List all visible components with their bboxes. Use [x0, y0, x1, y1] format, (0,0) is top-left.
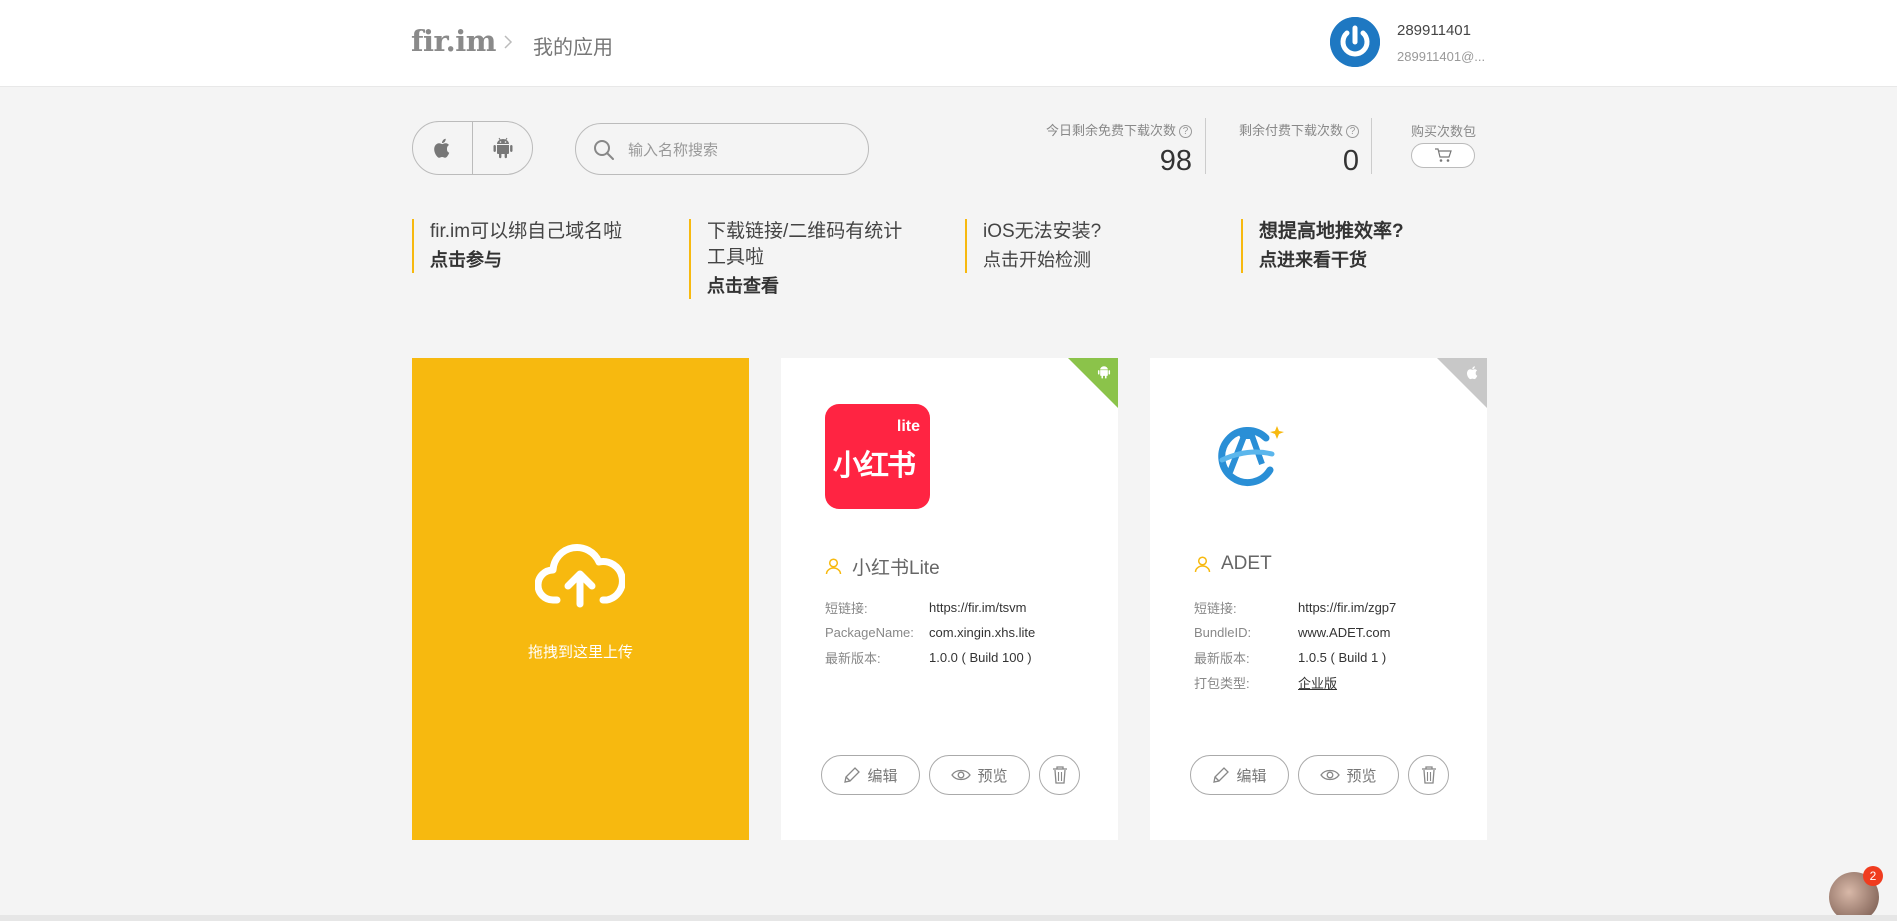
notice-title: fir.im可以绑自己域名啦	[430, 221, 623, 242]
android-icon	[1097, 366, 1111, 379]
info-key: 最新版本:	[1194, 651, 1250, 666]
info-key: 短链接:	[825, 601, 868, 616]
notice-ios-check: iOS无法安装? 点击开始检测	[965, 219, 1195, 273]
upload-label: 拖拽到这里上传	[527, 644, 633, 661]
eye-icon	[1320, 769, 1341, 781]
eye-icon	[951, 769, 972, 781]
trash-icon	[1421, 766, 1436, 784]
filter-android-button[interactable]	[473, 122, 532, 174]
footer-divider	[0, 915, 1897, 921]
user-icon	[1194, 555, 1211, 572]
app-card[interactable]: lite 小红书 小红书Lite 短链接: https://fir.im/tsvm…	[781, 358, 1118, 840]
platform-filter	[412, 121, 533, 175]
pencil-icon	[1213, 767, 1230, 783]
search-input[interactable]	[628, 138, 848, 162]
help-icon[interactable]: ?	[1346, 125, 1359, 138]
latest-version: 1.0.5 ( Build 1 )	[1298, 650, 1387, 665]
paid-downloads-stat: 剩余付费下载次数? 0	[1220, 120, 1359, 178]
edit-button[interactable]: 编辑	[821, 755, 920, 795]
notice-stats: 下载链接/二维码有统计工具啦 点击查看	[689, 219, 921, 299]
divider	[1371, 118, 1372, 174]
chevron-right-icon	[504, 35, 513, 49]
notice-link[interactable]: 点击查看	[707, 273, 921, 299]
package-type-link[interactable]: 企业版	[1298, 673, 1337, 692]
edit-label: 编辑	[1236, 767, 1267, 785]
notice-link[interactable]: 点击参与	[430, 247, 642, 273]
power-icon	[1330, 17, 1380, 67]
app-icon	[1218, 426, 1284, 486]
notice-efficiency: 想提高地推效率? 点进来看干货	[1241, 219, 1471, 273]
user-icon	[825, 558, 842, 575]
buy-pack-button[interactable]	[1411, 143, 1475, 168]
free-downloads-stat: 今日剩余免费下载次数? 98	[1040, 120, 1192, 178]
top-header: fir.im 我的应用 289911401 289911401@...	[0, 0, 1897, 87]
app-info: 短链接: https://fir.im/zgp7 BundleID: www.ADE…	[1194, 595, 1396, 695]
info-key: 最新版本:	[825, 651, 881, 666]
short-link[interactable]: https://fir.im/tsvm	[929, 600, 1027, 615]
app-card[interactable]: ADET 短链接: https://fir.im/zgp7 BundleID: ww…	[1150, 358, 1487, 840]
free-downloads-value: 98	[1159, 145, 1192, 177]
free-downloads-label: 今日剩余免费下载次数	[1045, 123, 1176, 138]
info-key: 短链接:	[1194, 601, 1237, 616]
app-info: 短链接: https://fir.im/tsvm PackageName: com.…	[825, 595, 1035, 670]
divider	[1205, 118, 1206, 174]
apple-icon	[1467, 366, 1478, 380]
user-name[interactable]: 289911401	[1397, 22, 1471, 39]
info-key: 打包类型:	[1194, 676, 1250, 691]
short-link[interactable]: https://fir.im/zgp7	[1298, 600, 1396, 615]
app-icon-text: 小红书	[833, 450, 916, 482]
notice-title: 下载链接/二维码有统计工具啦	[707, 221, 903, 268]
latest-version: 1.0.0 ( Build 100 )	[929, 650, 1032, 665]
info-key: PackageName:	[825, 625, 914, 640]
upload-dropzone[interactable]: 拖拽到这里上传	[412, 358, 749, 840]
cart-icon	[1435, 148, 1452, 162]
delete-button[interactable]	[1039, 755, 1080, 795]
pencil-icon	[844, 767, 861, 783]
preview-button[interactable]: 预览	[1298, 755, 1399, 795]
edit-label: 编辑	[867, 767, 898, 785]
cloud-upload-icon	[535, 543, 625, 608]
trash-icon	[1052, 766, 1067, 784]
delete-button[interactable]	[1408, 755, 1449, 795]
notice-link[interactable]: 点击开始检测	[983, 247, 1195, 273]
notice-domain: fir.im可以绑自己域名啦 点击参与	[412, 219, 642, 273]
paid-downloads-label: 剩余付费下载次数	[1238, 123, 1343, 138]
apple-icon	[433, 138, 449, 158]
edit-button[interactable]: 编辑	[1190, 755, 1289, 795]
notice-title: iOS无法安装?	[983, 221, 1102, 242]
preview-label: 预览	[1346, 767, 1377, 785]
preview-label: 预览	[977, 767, 1008, 785]
user-email: 289911401@...	[1397, 49, 1486, 64]
android-icon	[493, 137, 513, 159]
buy-pack-label: 购买次数包	[1411, 124, 1477, 139]
info-key: BundleID:	[1194, 625, 1252, 640]
package-name: com.xingin.xhs.lite	[929, 625, 1036, 640]
notice-title: 想提高地推效率?	[1259, 221, 1404, 242]
breadcrumb-my-apps[interactable]: 我的应用	[533, 31, 613, 60]
user-avatar[interactable]	[1330, 17, 1380, 67]
help-icon[interactable]: ?	[1179, 125, 1192, 138]
app-icon-badge: lite	[896, 418, 920, 435]
unread-badge: 2	[1863, 866, 1883, 886]
search-box	[575, 123, 869, 175]
app-name[interactable]: ADET	[1221, 553, 1272, 575]
app-icon: lite 小红书	[825, 404, 930, 509]
logo[interactable]: fir.im	[411, 24, 496, 58]
filter-ios-button[interactable]	[413, 122, 473, 174]
notice-link[interactable]: 点进来看干货	[1259, 247, 1471, 273]
bundle-id: www.ADET.com	[1298, 625, 1391, 640]
app-name[interactable]: 小红书Lite	[852, 553, 940, 580]
preview-button[interactable]: 预览	[929, 755, 1030, 795]
paid-downloads-value: 0	[1342, 145, 1359, 177]
search-icon	[594, 140, 614, 160]
